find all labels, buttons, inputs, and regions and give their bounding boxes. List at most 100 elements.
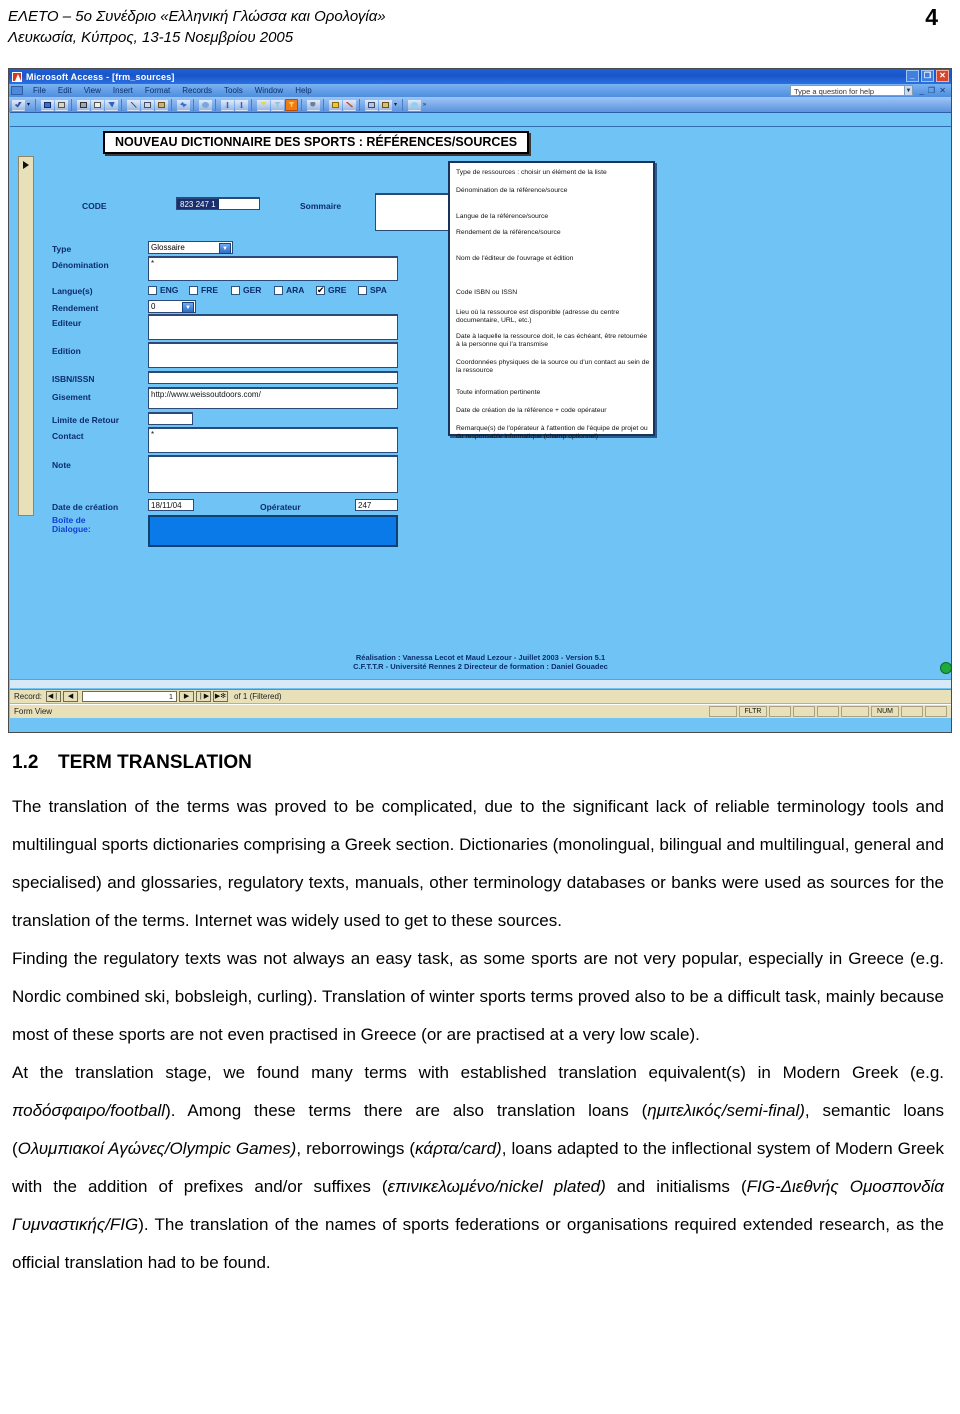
cut-icon[interactable]: [127, 98, 140, 111]
checkbox-spa[interactable]: [358, 286, 367, 295]
type-combobox[interactable]: Glossaire ▼: [148, 241, 233, 254]
editeur-field[interactable]: [148, 314, 398, 340]
database-window-icon[interactable]: [365, 98, 378, 111]
new-object-dropdown-icon[interactable]: ▾: [393, 99, 398, 111]
conference-location-date: Λευκωσία, Κύπρος, 13-15 Νοεμβρίου 2005: [8, 29, 294, 46]
undo-icon[interactable]: [177, 98, 190, 111]
standard-toolbar: ▾ ▾ »: [9, 97, 951, 112]
new-record-button[interactable]: ▶✻: [213, 691, 229, 702]
menu-item-insert[interactable]: Insert: [107, 86, 139, 95]
edition-field[interactable]: [148, 342, 398, 368]
new-object-icon[interactable]: [379, 98, 392, 111]
menu-item-edit[interactable]: Edit: [52, 86, 78, 95]
print-preview-icon[interactable]: [91, 98, 104, 111]
menu-grip-icon[interactable]: [11, 86, 23, 95]
new-record-icon[interactable]: [329, 98, 342, 111]
save-icon[interactable]: [41, 98, 54, 111]
page-header: ΕΛΕΤΟ – 5ο Συνέδριο «Ελληνική Γλώσσα και…: [0, 0, 960, 52]
page-number: 4: [925, 4, 938, 30]
label-type: Type: [52, 244, 72, 254]
checkbox-ger[interactable]: [231, 286, 240, 295]
code-field[interactable]: 823 247 1: [176, 197, 260, 210]
menu-item-file[interactable]: File: [27, 86, 52, 95]
toolbar-separator: [251, 98, 255, 111]
menu-item-format[interactable]: Format: [139, 86, 176, 95]
section-heading: 1.2 TERM TRANSLATION: [12, 752, 944, 774]
label-edition: Edition: [52, 346, 81, 356]
last-record-button[interactable]: ❘▶: [196, 691, 212, 702]
apply-filter-icon[interactable]: [285, 98, 298, 111]
checkbox-label-ara: ARA: [286, 285, 305, 295]
checkbox-gre[interactable]: [316, 285, 325, 296]
copy-icon[interactable]: [141, 98, 154, 111]
rendement-combobox[interactable]: 0 ▼: [148, 300, 196, 313]
conference-title: ΕΛΕΤΟ – 5ο Συνέδριο «Ελληνική Γλώσσα και…: [8, 8, 386, 25]
label-isbn-issn: ISBN/ISSN: [52, 374, 95, 384]
insert-hyperlink-icon[interactable]: [199, 98, 212, 111]
office-assistant-icon[interactable]: [408, 98, 421, 111]
chevron-down-icon[interactable]: ▼: [182, 302, 194, 313]
document-minimize-button[interactable]: _: [920, 86, 924, 95]
checkbox-fre[interactable]: [189, 286, 198, 295]
print-icon[interactable]: [77, 98, 90, 111]
help-text-note: Toute information pertinente: [456, 389, 541, 396]
date-de-creation-field[interactable]: 18/11/04: [148, 499, 194, 511]
term-podosfairo: ποδόσφαιρο/football: [12, 1101, 166, 1120]
filter-by-form-icon[interactable]: [271, 98, 284, 111]
chevron-down-icon[interactable]: ▼: [904, 85, 913, 96]
spelling-icon[interactable]: [105, 98, 118, 111]
menu-item-view[interactable]: View: [78, 86, 107, 95]
toolbar-overflow-icon[interactable]: »: [422, 99, 427, 111]
current-record-input[interactable]: 1: [82, 691, 178, 702]
ask-a-question-input[interactable]: Type a question for help: [790, 85, 905, 96]
label-contact: Contact: [52, 431, 84, 441]
find-icon[interactable]: [307, 98, 320, 111]
help-text-gisement: Lieu où la ressource est disponible (adr…: [456, 309, 620, 325]
note-field[interactable]: [148, 455, 398, 493]
contact-field[interactable]: *: [148, 427, 398, 453]
label-editeur: Editeur: [52, 318, 82, 328]
delete-record-icon[interactable]: [343, 98, 356, 111]
record-navigator: Record: ◀❘ ◀ 1 ▶ ❘▶ ▶✻ of 1 (Filtered): [10, 689, 951, 703]
toolbar-separator: [323, 98, 327, 111]
view-dropdown-icon[interactable]: ▾: [26, 99, 31, 111]
close-button[interactable]: ✕: [936, 70, 949, 82]
restore-button[interactable]: ❐: [921, 70, 934, 82]
toolbar-separator: [215, 98, 219, 111]
paste-icon[interactable]: [155, 98, 168, 111]
chevron-down-icon[interactable]: ▼: [219, 243, 231, 254]
filter-by-selection-icon[interactable]: [257, 98, 270, 111]
document-restore-button[interactable]: ❐: [928, 86, 935, 95]
paragraph-3-part-f: and initialisms (: [605, 1177, 747, 1196]
paragraph-3-part-g: ). The translation of the names of sport…: [12, 1215, 944, 1272]
toolbar-separator: [171, 98, 175, 111]
checkbox-eng[interactable]: [148, 286, 157, 295]
first-record-button[interactable]: ◀❘: [46, 691, 62, 702]
search-file-icon[interactable]: [55, 98, 68, 111]
limite-de-retour-field[interactable]: [148, 412, 193, 425]
paragraph-3-part-b: ). Among these terms there are also tran…: [165, 1101, 648, 1120]
boite-de-dialogue-field[interactable]: [148, 515, 398, 547]
denomination-field[interactable]: *: [148, 256, 398, 281]
previous-record-button[interactable]: ◀: [63, 691, 79, 702]
next-record-button[interactable]: ▶: [179, 691, 195, 702]
field-help-panel: Type de ressources : choisir un élément …: [448, 161, 655, 440]
menu-item-window[interactable]: Window: [249, 86, 289, 95]
sort-ascending-icon[interactable]: [221, 98, 234, 111]
menu-item-tools[interactable]: Tools: [218, 86, 249, 95]
status-pane-blank-6: [901, 706, 923, 717]
help-text-type: Type de ressources : choisir un élément …: [456, 169, 607, 176]
view-design-icon[interactable]: [12, 98, 25, 111]
horizontal-scrollbar[interactable]: [10, 679, 951, 688]
sort-descending-icon[interactable]: [235, 98, 248, 111]
operateur-field[interactable]: 247: [355, 499, 398, 511]
gisement-field[interactable]: http://www.weissoutdoors.com/: [148, 387, 398, 409]
document-close-button[interactable]: ✕: [939, 86, 946, 95]
label-operateur: Opérateur: [260, 502, 301, 512]
isbn-issn-field[interactable]: [148, 371, 398, 384]
menu-item-records[interactable]: Records: [176, 86, 218, 95]
menu-item-help[interactable]: Help: [289, 86, 317, 95]
record-selector[interactable]: [18, 156, 34, 516]
checkbox-ara[interactable]: [274, 286, 283, 295]
minimize-button[interactable]: _: [906, 70, 919, 82]
